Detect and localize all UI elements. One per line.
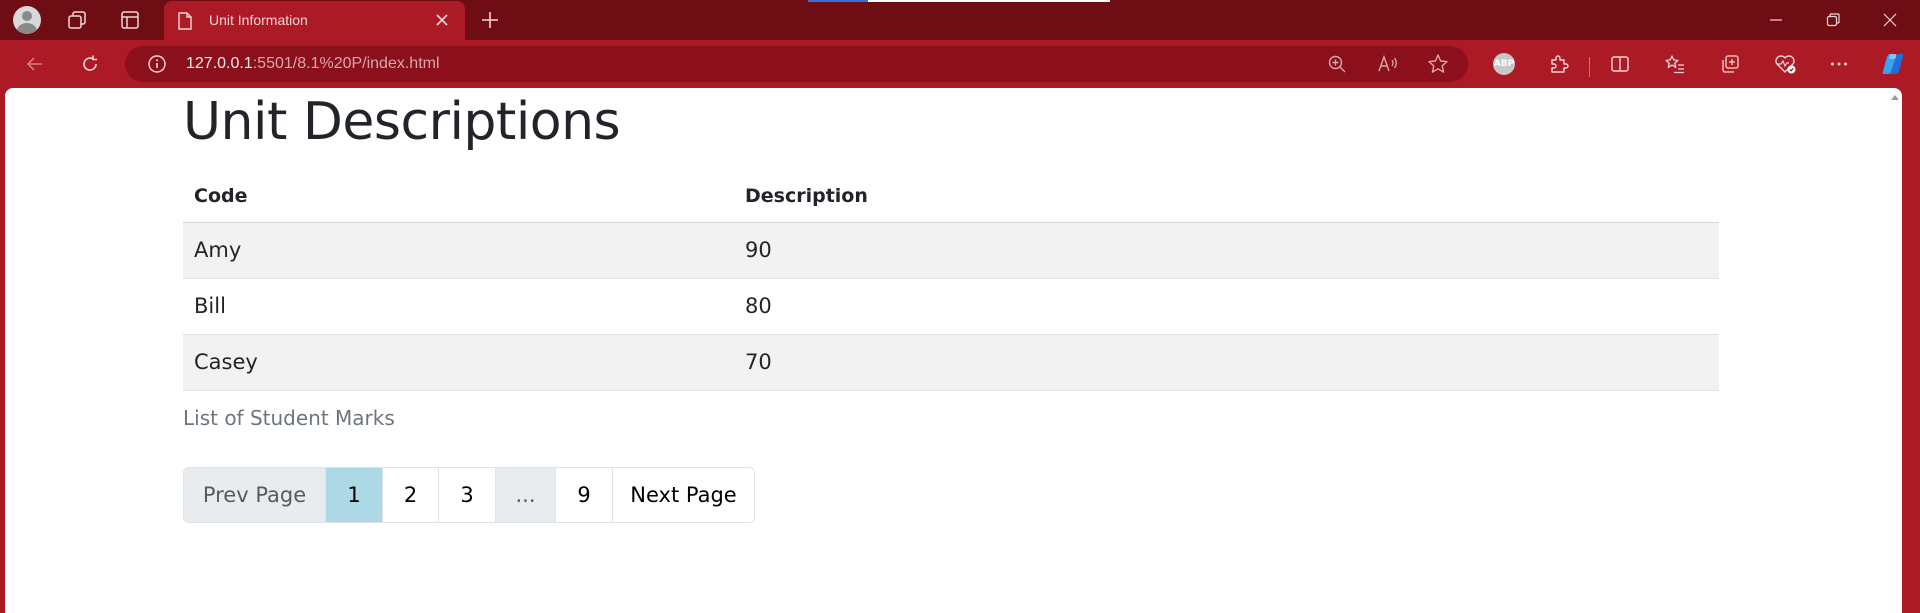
workspaces-icon bbox=[68, 11, 86, 29]
tab-title: Unit Information bbox=[209, 12, 308, 28]
scroll-up-arrow-icon bbox=[1891, 95, 1899, 100]
page-icon bbox=[178, 12, 192, 30]
tab-close-button[interactable] bbox=[429, 7, 455, 33]
pagination: Prev Page 1 2 3 ... 9 Next Page bbox=[183, 467, 755, 523]
tab-unit-information[interactable]: Unit Information bbox=[164, 1, 465, 40]
close-icon bbox=[436, 14, 448, 26]
tab-strip-highlight-blue bbox=[808, 0, 868, 2]
collections-button[interactable] bbox=[1714, 48, 1746, 80]
more-dots-icon bbox=[1831, 62, 1847, 66]
page-title: Unit Descriptions bbox=[183, 92, 621, 152]
refresh-icon bbox=[83, 55, 97, 71]
minimize-icon bbox=[1770, 19, 1782, 21]
star-icon bbox=[1428, 54, 1448, 73]
split-screen-button[interactable] bbox=[1604, 48, 1636, 80]
new-tab-button[interactable] bbox=[474, 4, 506, 36]
workspaces-button[interactable] bbox=[61, 4, 93, 36]
copilot-icon bbox=[1882, 54, 1904, 74]
url-text[interactable]: 127.0.0.1:5501/8.1%20P/index.html bbox=[186, 55, 440, 73]
plus-icon bbox=[482, 12, 498, 28]
cell-code: Bill bbox=[183, 278, 734, 335]
url-path: :5501/8.1%20P/index.html bbox=[252, 55, 440, 72]
avatar-icon bbox=[13, 6, 41, 34]
collections-icon bbox=[1722, 55, 1739, 73]
profile-avatar-button[interactable] bbox=[11, 4, 43, 36]
zoom-button[interactable] bbox=[1321, 48, 1353, 80]
minimize-button[interactable] bbox=[1746, 0, 1806, 40]
table-row: Casey 70 bbox=[183, 334, 1719, 391]
extensions-button[interactable] bbox=[1543, 48, 1575, 80]
close-window-button[interactable] bbox=[1860, 0, 1920, 40]
page-2-button[interactable]: 2 bbox=[382, 468, 438, 522]
scroll-up-button[interactable] bbox=[1888, 90, 1902, 104]
page-9-button[interactable]: 9 bbox=[555, 468, 612, 522]
copilot-button[interactable] bbox=[1877, 48, 1909, 80]
table-row: Amy 90 bbox=[183, 222, 1719, 279]
split-screen-icon bbox=[1611, 56, 1629, 72]
back-button[interactable] bbox=[19, 48, 51, 80]
zoom-in-icon bbox=[1328, 55, 1346, 73]
header-description: Description bbox=[734, 170, 1719, 223]
prev-page-button[interactable]: Prev Page bbox=[184, 468, 325, 522]
tab-strip: Unit Information bbox=[0, 0, 1920, 40]
marks-table: Code Description Amy 90 Bill 80 Casey 70 bbox=[183, 170, 1719, 391]
site-info-button[interactable] bbox=[145, 52, 169, 76]
table-caption: List of Student Marks bbox=[183, 406, 395, 430]
toolbar-separator bbox=[1589, 57, 1590, 77]
pagination-ellipsis: ... bbox=[495, 468, 555, 522]
address-bar[interactable]: 127.0.0.1:5501/8.1%20P/index.html bbox=[125, 46, 1468, 82]
url-host: 127.0.0.1 bbox=[186, 55, 253, 72]
back-arrow-icon bbox=[26, 57, 42, 71]
adblock-plus-button[interactable]: ABP bbox=[1488, 48, 1520, 80]
puzzle-icon bbox=[1551, 55, 1569, 73]
cell-code: Amy bbox=[183, 222, 734, 279]
refresh-button[interactable] bbox=[74, 48, 106, 80]
cell-code: Casey bbox=[183, 334, 734, 391]
favorites-button[interactable] bbox=[1659, 48, 1691, 80]
restore-button[interactable] bbox=[1803, 0, 1863, 40]
tab-actions-button[interactable] bbox=[114, 4, 146, 36]
web-page: Unit Descriptions Code Description Amy 9… bbox=[5, 88, 1902, 613]
restore-icon bbox=[1826, 13, 1840, 27]
browser-essentials-button[interactable] bbox=[1769, 48, 1801, 80]
cell-description: 80 bbox=[734, 278, 1719, 335]
settings-more-button[interactable] bbox=[1823, 48, 1855, 80]
page-1-button[interactable]: 1 bbox=[325, 468, 382, 522]
table-row: Bill 80 bbox=[183, 278, 1719, 335]
read-aloud-icon bbox=[1378, 54, 1397, 72]
favorites-list-icon bbox=[1665, 55, 1684, 74]
favorite-button[interactable] bbox=[1422, 48, 1454, 80]
cell-description: 90 bbox=[734, 222, 1719, 279]
browser-toolbar: 127.0.0.1:5501/8.1%20P/index.html ABP bbox=[0, 40, 1920, 88]
header-code: Code bbox=[183, 170, 734, 223]
cell-description: 70 bbox=[734, 334, 1719, 391]
page-3-button[interactable]: 3 bbox=[438, 468, 495, 522]
next-page-button[interactable]: Next Page bbox=[612, 468, 754, 522]
heart-pulse-icon bbox=[1775, 55, 1796, 74]
read-aloud-button[interactable] bbox=[1372, 48, 1404, 80]
close-window-icon bbox=[1883, 13, 1897, 27]
info-icon bbox=[148, 55, 166, 73]
table-header-row: Code Description bbox=[183, 170, 1719, 223]
vertical-tabs-icon bbox=[121, 11, 139, 29]
adblock-plus-icon: ABP bbox=[1493, 53, 1515, 75]
